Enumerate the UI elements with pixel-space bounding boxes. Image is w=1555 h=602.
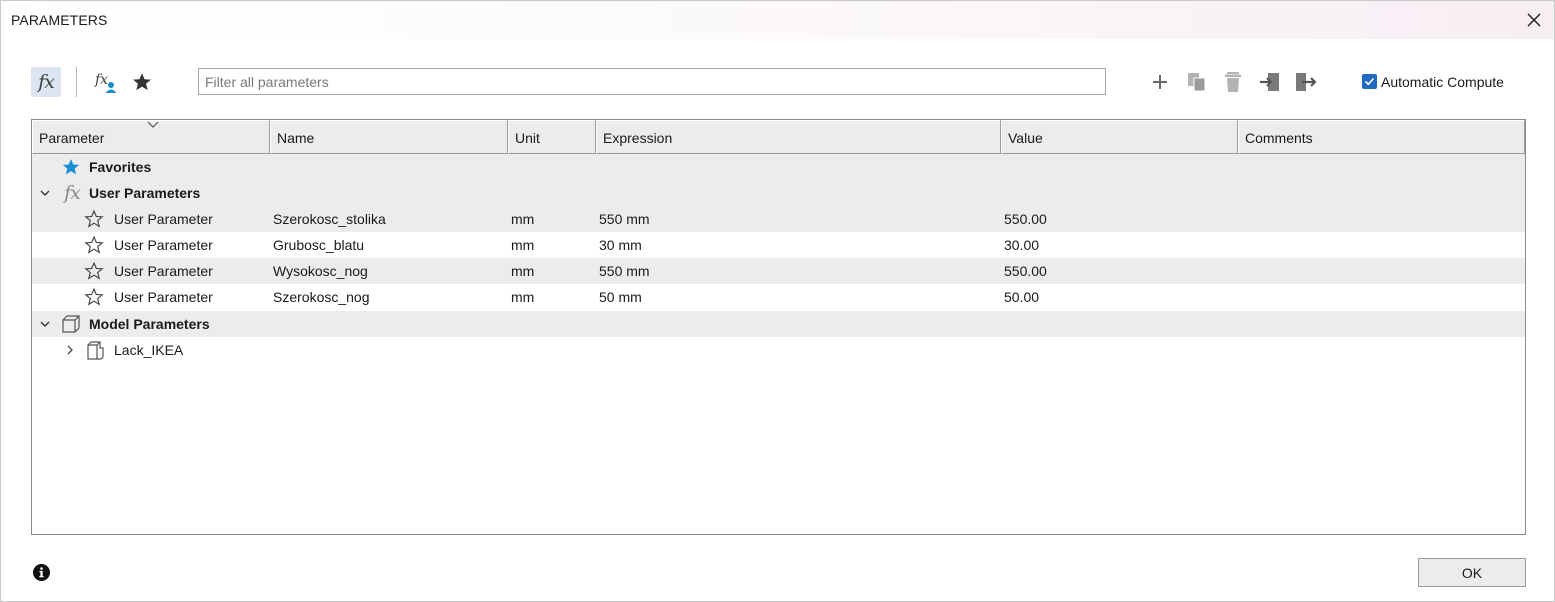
unit-cell[interactable]: mm [511, 237, 534, 253]
name-cell[interactable]: Wysokosc_nog [273, 263, 368, 279]
plus-icon [1153, 75, 1167, 89]
star-filled-icon [61, 157, 81, 177]
user-parameters-group-row[interactable]: fx User Parameters [32, 180, 1525, 206]
parameter-cell: User Parameter [114, 211, 213, 227]
sort-caret-icon [147, 121, 159, 128]
star-outline-icon[interactable] [84, 235, 104, 255]
model-parameters-label: Model Parameters [89, 316, 210, 332]
delete-parameter-button[interactable] [1222, 70, 1244, 94]
value-cell: 50.00 [1004, 289, 1040, 305]
fx-icon: fx [38, 71, 55, 93]
automatic-compute-checkbox[interactable] [1362, 74, 1377, 89]
filter-input[interactable] [198, 68, 1106, 95]
value-cell: 550.00 [1004, 263, 1047, 279]
add-parameter-button[interactable] [1149, 70, 1171, 94]
component-row[interactable]: Lack_IKEA [32, 337, 1525, 363]
parameters-dialog: PARAMETERS fx fx Automatic Compute [0, 0, 1555, 602]
chevron-right-icon[interactable] [64, 344, 76, 356]
import-button[interactable] [1258, 69, 1282, 95]
column-header-unit[interactable]: Unit [508, 120, 596, 154]
fx-icon: fx [64, 182, 81, 204]
toolbar-divider [76, 67, 77, 97]
unit-cell[interactable]: mm [511, 289, 534, 305]
chevron-down-icon[interactable] [39, 318, 51, 330]
parameters-table: Parameter Name Unit Expression Value Com… [31, 119, 1526, 535]
export-icon [1296, 73, 1316, 91]
table-row[interactable]: User Parameter Szerokosc_stolika mm 550 … [32, 206, 1525, 232]
name-cell[interactable]: Grubosc_blatu [273, 237, 364, 253]
star-outline-icon[interactable] [84, 287, 104, 307]
parameter-cell: User Parameter [114, 263, 213, 279]
favorites-group-row[interactable]: Favorites [32, 154, 1525, 180]
ok-button[interactable]: OK [1418, 558, 1526, 587]
fx-user-icon: fx [94, 72, 117, 93]
expression-cell[interactable]: 50 mm [599, 289, 642, 305]
unit-cell[interactable]: mm [511, 263, 534, 279]
copy-parameter-button[interactable] [1185, 70, 1209, 94]
title-bar: PARAMETERS [1, 1, 1554, 39]
parameter-cell: User Parameter [114, 237, 213, 253]
column-header-value[interactable]: Value [1001, 120, 1238, 154]
copy-icon [1188, 73, 1206, 92]
close-icon[interactable] [1524, 10, 1544, 30]
value-cell: 30.00 [1004, 237, 1040, 253]
user-parameters-label: User Parameters [89, 185, 201, 201]
favorites-label: Favorites [89, 159, 152, 175]
star-outline-icon[interactable] [84, 209, 104, 229]
star-outline-icon[interactable] [84, 261, 104, 281]
model-parameters-group-row[interactable]: Model Parameters [32, 311, 1525, 337]
favorites-filter-button[interactable] [130, 69, 154, 95]
export-button[interactable] [1293, 69, 1317, 95]
component-label: Lack_IKEA [114, 342, 184, 358]
column-header-name[interactable]: Name [270, 120, 508, 154]
column-header-expression[interactable]: Expression [596, 120, 1001, 154]
parameter-cell: User Parameter [114, 289, 213, 305]
chevron-down-icon[interactable] [39, 187, 51, 199]
column-header-parameter[interactable]: Parameter [32, 120, 270, 154]
expression-cell[interactable]: 30 mm [599, 237, 642, 253]
value-cell: 550.00 [1004, 211, 1047, 227]
cube-icon [61, 314, 81, 334]
trash-icon [1225, 72, 1241, 92]
import-icon [1260, 73, 1279, 91]
table-row[interactable]: User Parameter Grubosc_blatu mm 30 mm 30… [32, 232, 1525, 258]
svg-text:fx: fx [94, 72, 108, 88]
unit-cell[interactable]: mm [511, 211, 534, 227]
table-row[interactable]: User Parameter Wysokosc_nog mm 550 mm 55… [32, 258, 1525, 284]
star-icon [133, 73, 151, 91]
name-cell[interactable]: Szerokosc_stolika [273, 211, 386, 227]
check-icon [1364, 77, 1375, 86]
name-cell[interactable]: Szerokosc_nog [273, 289, 370, 305]
component-icon [85, 340, 105, 360]
window-title: PARAMETERS [11, 12, 108, 28]
table-header: Parameter Name Unit Expression Value Com… [32, 120, 1525, 155]
automatic-compute-label: Automatic Compute [1381, 74, 1504, 90]
user-parameters-filter-button[interactable]: fx [93, 69, 119, 95]
expression-cell[interactable]: 550 mm [599, 263, 650, 279]
fx-filter-button[interactable]: fx [31, 67, 61, 97]
expression-cell[interactable]: 550 mm [599, 211, 650, 227]
info-icon[interactable] [33, 564, 50, 581]
table-row[interactable]: User Parameter Szerokosc_nog mm 50 mm 50… [32, 284, 1525, 310]
column-header-comments[interactable]: Comments [1238, 120, 1525, 154]
